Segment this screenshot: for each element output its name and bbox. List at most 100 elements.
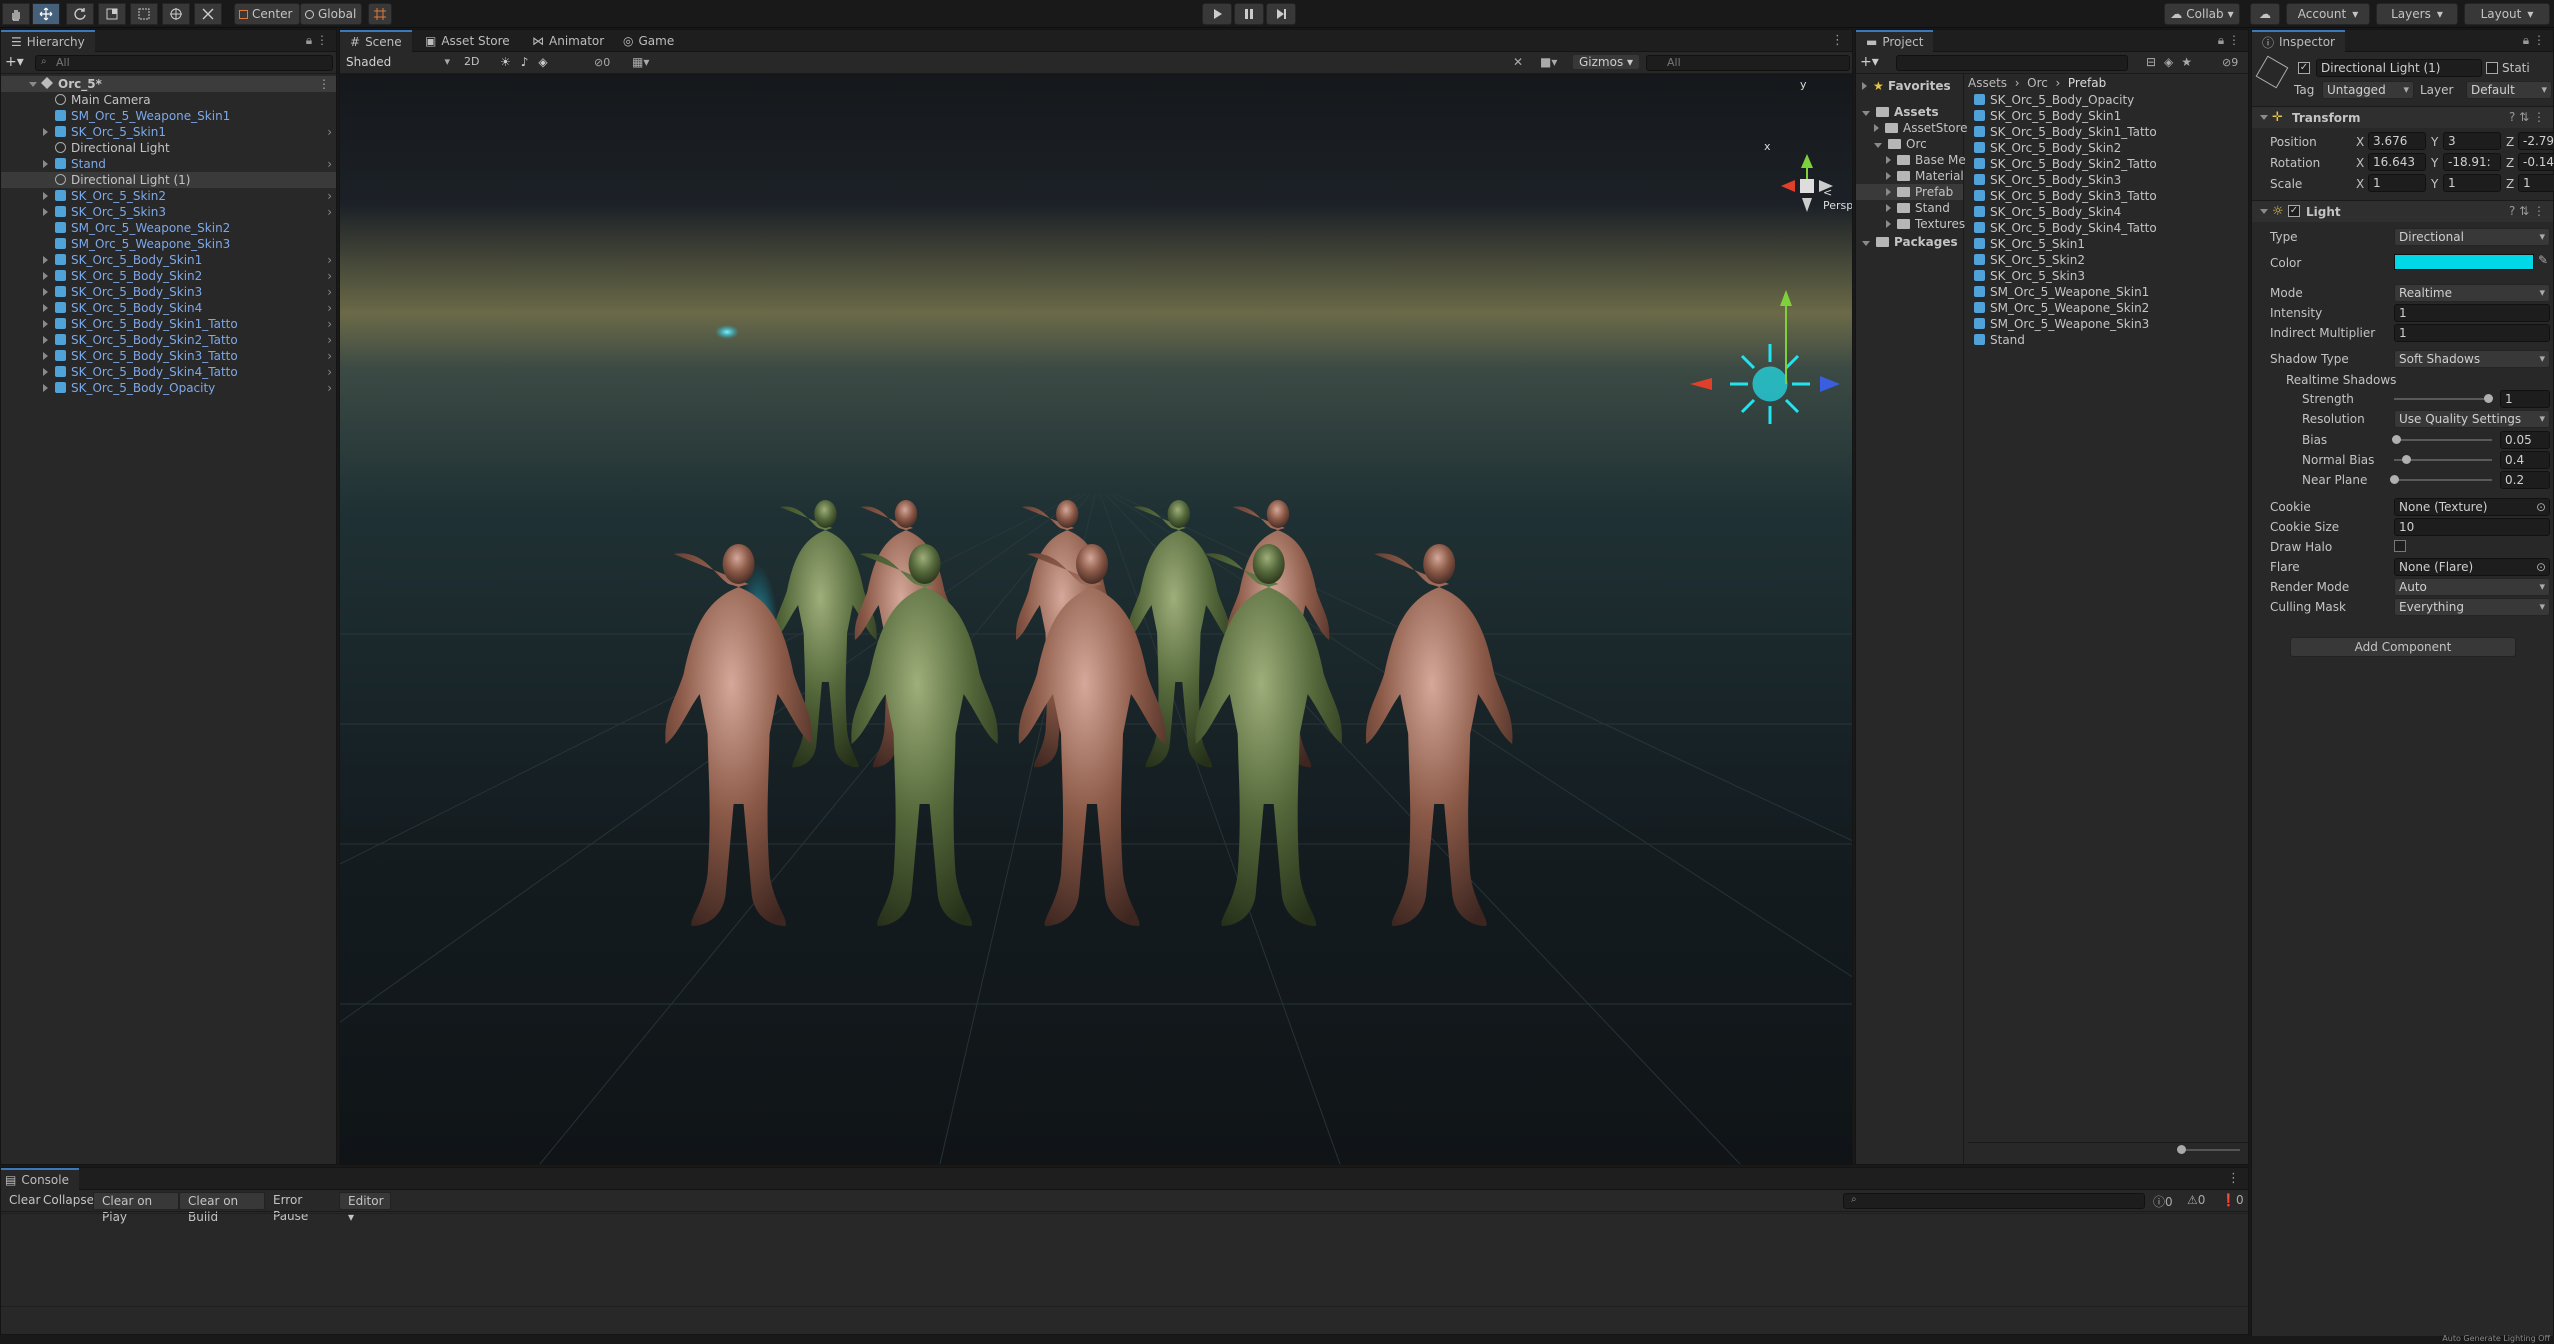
layers-dropdown[interactable]: Layers ▾ bbox=[2376, 3, 2458, 25]
expand-icon[interactable] bbox=[1862, 111, 1870, 116]
transform-rx-field[interactable]: 16.643 bbox=[2368, 153, 2426, 171]
eyedropper-icon[interactable]: ✎ bbox=[2538, 253, 2548, 267]
tab-asset-store[interactable]: ▣ Asset Store bbox=[415, 30, 520, 52]
hierarchy-root-row[interactable]: Orc_5* ⋮ bbox=[1, 76, 336, 92]
layer-dropdown[interactable]: Default bbox=[2466, 81, 2552, 99]
indirect-field[interactable]: 1 bbox=[2394, 324, 2550, 342]
chevron-right-icon[interactable]: › bbox=[327, 252, 332, 268]
rotate-tool-icon[interactable] bbox=[66, 3, 94, 25]
lock-icon[interactable]: 🔒︎ ⋮ bbox=[306, 33, 328, 48]
hierarchy-search-input[interactable]: All bbox=[35, 55, 333, 71]
expand-icon[interactable] bbox=[43, 368, 48, 376]
layout-dropdown[interactable]: Layout ▾ bbox=[2464, 3, 2550, 25]
more-icon[interactable]: ⋮ bbox=[318, 76, 330, 92]
project-file-item[interactable]: SM_Orc_5_Weapone_Skin1 bbox=[1968, 284, 2248, 300]
normal-bias-field[interactable]: 0.4 bbox=[2500, 451, 2550, 469]
hierarchy-item[interactable]: SM_Orc_5_Weapone_Skin2 bbox=[1, 220, 336, 236]
cookie-size-field[interactable]: 10 bbox=[2394, 518, 2550, 536]
expand-icon[interactable] bbox=[2260, 209, 2268, 214]
tab-scene[interactable]: # Scene bbox=[340, 30, 412, 52]
draw-halo-checkbox[interactable] bbox=[2394, 540, 2406, 552]
project-file-item[interactable]: Stand bbox=[1968, 332, 2248, 348]
chevron-right-icon[interactable]: › bbox=[327, 364, 332, 380]
strength-field[interactable]: 1 bbox=[2500, 390, 2550, 408]
axis-z-label[interactable]: Z bbox=[2506, 177, 2514, 191]
project-file-item[interactable]: SM_Orc_5_Weapone_Skin3 bbox=[1968, 316, 2248, 332]
scene-viewport[interactable]: y x < Persp bbox=[340, 74, 1852, 1164]
type-dropdown[interactable]: Directional bbox=[2394, 228, 2550, 246]
expand-icon[interactable] bbox=[1886, 188, 1891, 196]
console-clear-on-build-button[interactable]: Clear on Build bbox=[179, 1192, 265, 1224]
project-file-item[interactable]: SK_Orc_5_Skin3 bbox=[1968, 268, 2248, 284]
console-editor-button[interactable]: Editor ▾ bbox=[339, 1192, 391, 1224]
shading-mode-dropdown[interactable]: Shaded bbox=[342, 54, 454, 72]
slider-track[interactable] bbox=[2394, 479, 2492, 481]
project-tree-item[interactable]: Assets bbox=[1856, 104, 1963, 120]
tab-console[interactable]: ▤ Console bbox=[1, 1168, 79, 1190]
chevron-right-icon[interactable]: › bbox=[327, 284, 332, 300]
chevron-right-icon[interactable]: › bbox=[327, 332, 332, 348]
expand-icon[interactable] bbox=[1862, 241, 1870, 246]
expand-icon[interactable] bbox=[43, 272, 48, 280]
transform-sx-field[interactable]: 1 bbox=[2368, 174, 2426, 192]
project-file-item[interactable]: SK_Orc_5_Skin1 bbox=[1968, 236, 2248, 252]
slider-thumb[interactable] bbox=[2402, 455, 2412, 464]
chevron-right-icon[interactable]: › bbox=[327, 204, 332, 220]
transform-rz-field[interactable]: -0.146 bbox=[2518, 153, 2554, 171]
project-file-item[interactable]: SK_Orc_5_Body_Skin4_Tatto bbox=[1968, 220, 2248, 236]
project-file-item[interactable]: SK_Orc_5_Body_Skin2 bbox=[1968, 140, 2248, 156]
expand-icon[interactable] bbox=[43, 352, 48, 360]
error-count-toggle[interactable]: ❗0 bbox=[2221, 1193, 2244, 1207]
console-search-input[interactable] bbox=[1843, 1193, 2145, 1209]
lock-icon[interactable]: 🔒︎ ⋮ bbox=[2218, 33, 2240, 48]
hand-tool-icon[interactable] bbox=[2, 3, 30, 25]
hierarchy-item[interactable]: SM_Orc_5_Weapone_Skin3 bbox=[1, 236, 336, 252]
expand-icon[interactable] bbox=[1862, 82, 1867, 90]
slider-thumb[interactable] bbox=[2392, 435, 2402, 444]
expand-icon[interactable] bbox=[1874, 143, 1882, 148]
transform-tool-icon[interactable] bbox=[162, 3, 190, 25]
console-collapse-button[interactable]: Collapse bbox=[35, 1192, 94, 1210]
light-header[interactable]: ☼ ✓ Light ? ⇅ ⋮ bbox=[2252, 200, 2553, 222]
axis-y-label[interactable]: Y bbox=[2431, 177, 2438, 191]
account-dropdown[interactable]: Account ▾ bbox=[2286, 3, 2370, 25]
hierarchy-item[interactable]: › SK_Orc_5_Body_Opacity bbox=[1, 380, 336, 396]
object-picker-icon[interactable]: ⊙ bbox=[2536, 499, 2546, 515]
component-menu-icon[interactable]: ? ⇅ ⋮ bbox=[2509, 110, 2545, 124]
console-error-pause-button[interactable]: Error Pause bbox=[265, 1192, 339, 1223]
chevron-right-icon[interactable]: › bbox=[327, 300, 332, 316]
scene-effects-icons[interactable]: ☀♪◈ bbox=[500, 55, 558, 69]
add-icon[interactable]: +▾ bbox=[1860, 54, 1879, 70]
project-filter-icons[interactable]: ⊟◈★ bbox=[2146, 55, 2200, 69]
tab-hierarchy[interactable]: ☰ Hierarchy bbox=[1, 30, 95, 52]
expand-icon[interactable] bbox=[43, 192, 48, 200]
project-file-item[interactable]: SK_Orc_5_Body_Skin3 bbox=[1968, 172, 2248, 188]
expand-icon[interactable] bbox=[43, 320, 48, 328]
axis-y-label[interactable]: Y bbox=[2431, 156, 2438, 170]
expand-icon[interactable] bbox=[43, 160, 48, 168]
expand-icon[interactable] bbox=[43, 208, 48, 216]
hierarchy-item[interactable]: › SK_Orc_5_Skin2 bbox=[1, 188, 336, 204]
project-tree-item[interactable]: AssetStore bbox=[1856, 120, 1968, 136]
hierarchy-item[interactable]: Directional Light (1) bbox=[1, 172, 336, 188]
static-checkbox[interactable] bbox=[2486, 62, 2498, 74]
slider-track[interactable] bbox=[2394, 398, 2492, 400]
light-enabled-checkbox[interactable]: ✓ bbox=[2288, 205, 2300, 217]
culling-dropdown[interactable]: Everything bbox=[2394, 598, 2550, 616]
slider-track[interactable] bbox=[2394, 439, 2492, 441]
object-name-field[interactable]: Directional Light (1) bbox=[2316, 59, 2482, 77]
render-mode-dropdown[interactable]: Auto bbox=[2394, 578, 2550, 596]
expand-icon[interactable] bbox=[43, 256, 48, 264]
mode-dropdown[interactable]: Realtime bbox=[2394, 284, 2550, 302]
move-tool-icon[interactable] bbox=[32, 3, 60, 25]
icon-size-slider[interactable] bbox=[2180, 1149, 2240, 1151]
near-plane-field[interactable]: 0.2 bbox=[2500, 471, 2550, 489]
more-icon[interactable]: ⋮ bbox=[2227, 1171, 2240, 1186]
scale-tool-icon[interactable] bbox=[98, 3, 126, 25]
scene-search-input[interactable]: All bbox=[1646, 55, 1850, 71]
project-search-input[interactable] bbox=[1896, 55, 2128, 71]
project-tree-item[interactable]: Stand bbox=[1856, 200, 1963, 216]
pivot-global-button[interactable]: Global bbox=[300, 3, 362, 25]
hierarchy-item[interactable]: › SK_Orc_5_Body_Skin4 bbox=[1, 300, 336, 316]
transform-sy-field[interactable]: 1 bbox=[2443, 174, 2501, 192]
